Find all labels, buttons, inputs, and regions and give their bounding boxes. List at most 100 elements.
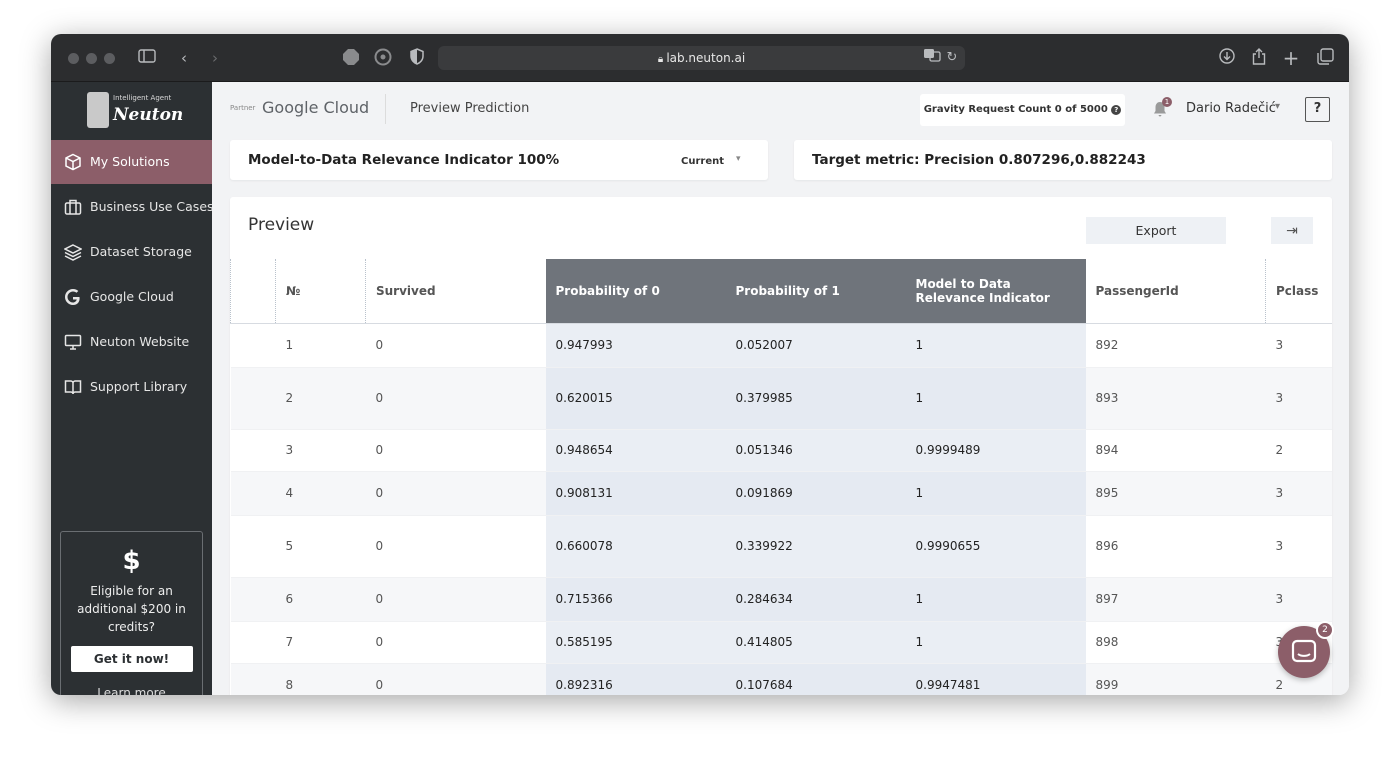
exit-icon[interactable]: ⇥ (1271, 217, 1313, 244)
forward-icon[interactable]: › (207, 48, 223, 68)
table-cell: 6 (275, 577, 366, 622)
user-menu[interactable]: Dario Radečić (1186, 101, 1276, 116)
table-cell: 0.9990655 (905, 515, 1086, 578)
relevance-indicator-label: Model-to-Data Relevance Indicator 100% (248, 152, 560, 168)
adblock-icon[interactable] (341, 48, 361, 68)
table-cell: 3 (275, 429, 366, 472)
table-cell: 894 (1085, 429, 1266, 472)
table-cell-blank (230, 471, 276, 516)
chevron-down-icon[interactable]: ▾ (1275, 101, 1280, 112)
chat-launcher-button[interactable]: 2 (1278, 621, 1334, 678)
shield-icon[interactable] (407, 48, 427, 68)
table-cell: 1 (905, 323, 1086, 368)
back-icon[interactable]: ‹ (176, 48, 192, 68)
google-cloud-logo: Google Cloud (262, 98, 370, 117)
table-cell: 1 (905, 367, 1086, 430)
table-cell: 0.620015 (545, 367, 726, 430)
logo-tagline: Intelligent Agent (113, 94, 172, 102)
model-version-select[interactable]: Current (681, 156, 724, 167)
target-metric-card: Target metric: Precision 0.807296,0.8822… (794, 140, 1332, 180)
column-header-passengerid[interactable]: PassengerId (1085, 259, 1266, 324)
sidebar-item-label: Dataset Storage (90, 244, 192, 259)
table-row: 1 0 0.947993 0.052007 1 892 3 (230, 323, 1332, 368)
preview-table: № Survived Probability of 0 Probability … (230, 259, 1332, 695)
reload-icon[interactable]: ↻ (944, 48, 960, 68)
table-cell: 3 (1265, 471, 1332, 516)
get-it-now-button[interactable]: Get it now! (70, 646, 193, 672)
neuton-logo[interactable]: Intelligent Agent Neuton (87, 92, 183, 130)
table-cell: 3 (1265, 367, 1332, 430)
learn-more-link[interactable]: Learn more (61, 686, 202, 695)
column-header-probability-0[interactable]: Probability of 0 (545, 259, 726, 324)
new-tab-icon[interactable]: + (1282, 48, 1300, 68)
address-bar[interactable]: 🔒︎ lab.neuton.ai (438, 46, 965, 70)
table-cell: 3 (1265, 323, 1332, 368)
table-cell: 896 (1085, 515, 1266, 578)
close-window-button[interactable] (68, 53, 79, 64)
sidebar: Intelligent Agent Neuton My Solutions Bu… (51, 82, 214, 695)
table-cell: 2 (275, 367, 366, 430)
zoom-window-button[interactable] (104, 53, 115, 64)
sidebar-item-google-cloud[interactable]: Google Cloud (51, 275, 212, 319)
gravity-label: Gravity Request Count 0 of 5000 (923, 104, 1108, 115)
table-cell-blank (230, 515, 276, 578)
google-icon (65, 289, 80, 305)
table-cell: 3 (1265, 577, 1332, 622)
column-header-number[interactable]: № (275, 259, 366, 324)
table-cell: 0.339922 (725, 515, 906, 578)
page-breadcrumb: Preview Prediction (410, 101, 530, 116)
sidebar-item-support-library[interactable]: Support Library (51, 365, 212, 409)
table-cell: 0.660078 (545, 515, 726, 578)
top-bar: Partner Google Cloud Preview Prediction … (212, 82, 1349, 138)
table-cell: 0.9947481 (905, 663, 1086, 695)
table-cell: 0.052007 (725, 323, 906, 368)
table-cell-blank (230, 621, 276, 664)
minimize-window-button[interactable] (86, 53, 97, 64)
grammar-extension-icon[interactable] (373, 48, 393, 68)
table-cell: 0.908131 (545, 471, 726, 516)
share-icon[interactable] (1250, 48, 1268, 68)
url-text: lab.neuton.ai (666, 51, 746, 65)
table-cell: 0.107684 (725, 663, 906, 695)
sidebar-item-business-use-cases[interactable]: Business Use Cases (51, 185, 214, 229)
sidebar-item-neuton-website[interactable]: Neuton Website (51, 320, 212, 364)
layers-icon (64, 244, 82, 261)
column-header-relevance[interactable]: Model to Data Relevance Indicator (905, 259, 1086, 324)
downloads-icon[interactable] (1217, 48, 1237, 68)
table-row: 5 0 0.660078 0.339922 0.9990655 896 3 (230, 515, 1332, 578)
table-cell: 5 (275, 515, 366, 578)
sidebar-item-my-solutions[interactable]: My Solutions (51, 140, 212, 184)
column-header-probability-1[interactable]: Probability of 1 (725, 259, 906, 324)
export-button[interactable]: Export (1086, 217, 1226, 244)
table-cell: 7 (275, 621, 366, 664)
table-cell: 1 (905, 471, 1086, 516)
dollar-icon: $ (122, 546, 141, 576)
table-cell: 0 (365, 429, 546, 472)
column-header-survived[interactable]: Survived (365, 259, 546, 324)
table-cell: 0.284634 (725, 577, 906, 622)
table-cell: 3 (1265, 515, 1332, 578)
logo-name: Neuton (113, 105, 184, 125)
table-cell: 897 (1085, 577, 1266, 622)
translate-icon[interactable] (922, 48, 942, 68)
sidebar-item-label: Support Library (90, 379, 188, 394)
column-header-pclass[interactable]: Pclass (1265, 259, 1332, 324)
help-button[interactable]: ? (1305, 97, 1330, 122)
book-icon (64, 380, 82, 395)
main-content: Partner Google Cloud Preview Prediction … (212, 82, 1349, 695)
sidebar-item-label: My Solutions (90, 154, 170, 169)
sidebar-item-dataset-storage[interactable]: Dataset Storage (51, 230, 212, 274)
table-cell-blank (230, 663, 276, 695)
tab-overview-icon[interactable] (1315, 48, 1335, 68)
table-cell: 893 (1085, 367, 1266, 430)
table-row: 6 0 0.715366 0.284634 1 897 3 (230, 577, 1332, 622)
table-cell: 1 (275, 323, 366, 368)
table-cell: 1 (905, 577, 1086, 622)
table-cell-blank (230, 323, 276, 368)
chevron-down-icon[interactable]: ▾ (736, 154, 741, 164)
question-circle-icon[interactable]: ? (1111, 105, 1122, 115)
gravity-request-count[interactable]: Gravity Request Count 0 of 5000 ? (920, 94, 1125, 126)
table-cell: 8 (275, 663, 366, 695)
table-cell: 0.948654 (545, 429, 726, 472)
sidebar-toggle-icon[interactable] (137, 48, 157, 68)
